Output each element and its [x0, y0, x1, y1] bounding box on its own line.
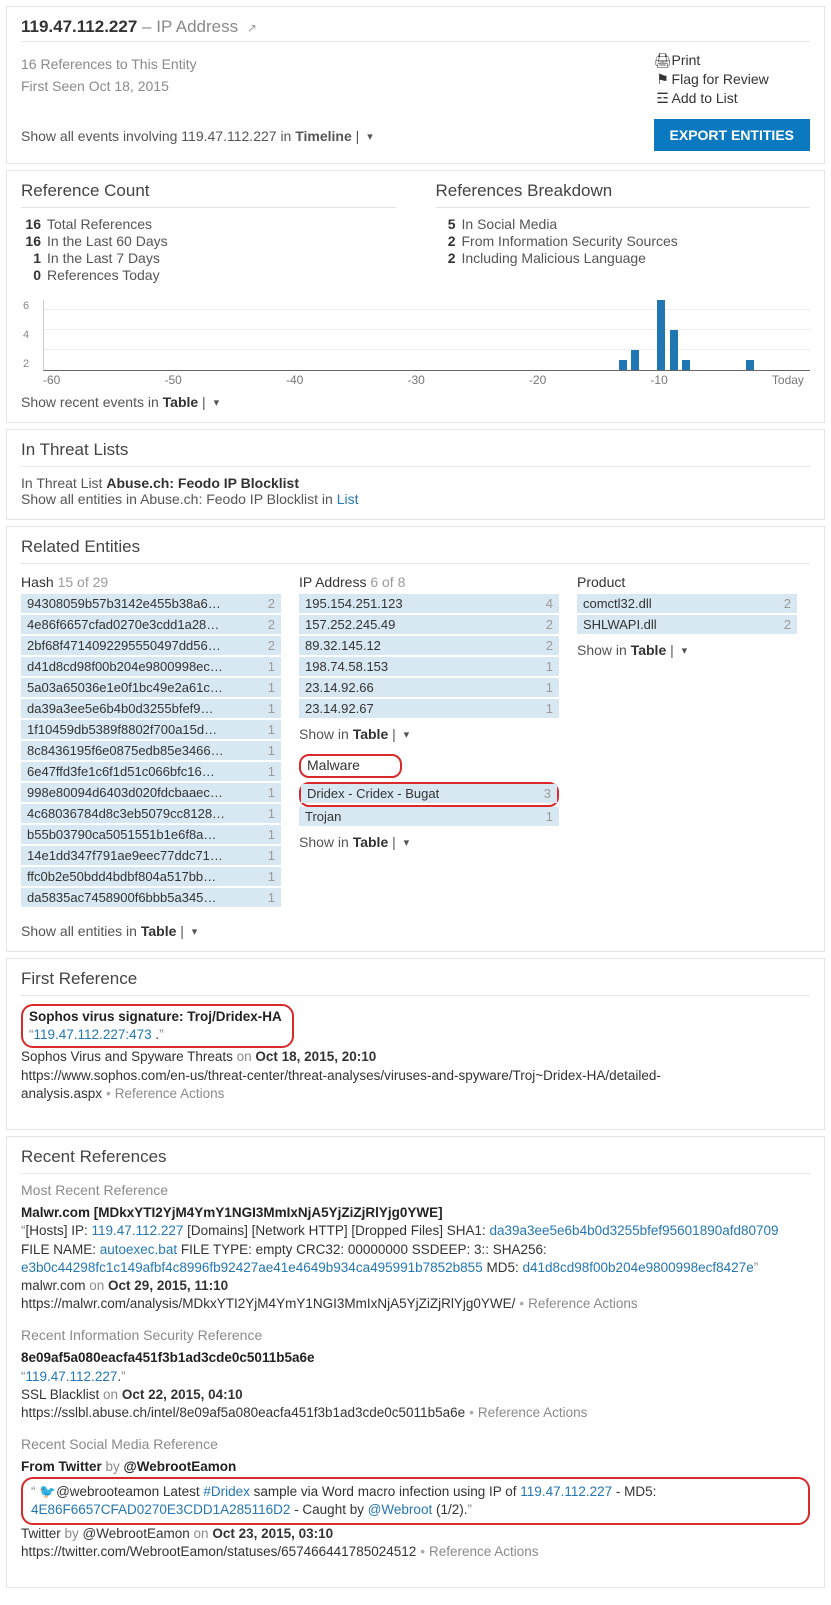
stat-line: 2Including Malicious Language — [436, 250, 811, 266]
entity-item[interactable]: 2bf68f4714092295550497dd56…2 — [21, 636, 281, 655]
entity-item[interactable]: 89.32.145.122 — [299, 636, 559, 655]
entity-item[interactable]: 1f10459db5389f8802f700a15d…1 — [21, 720, 281, 739]
malware-heading: Malware — [307, 757, 360, 773]
recent-references-panel: Recent References Most Recent Reference … — [6, 1136, 825, 1588]
chevron-down-icon[interactable] — [363, 128, 373, 144]
entity-item[interactable]: 8c8436195f6e0875edb85e3466…1 — [21, 741, 281, 760]
first-ref-headline[interactable]: Sophos virus signature: Troj/Dridex-HA — [29, 1009, 282, 1024]
chevron-down-icon[interactable] — [678, 642, 688, 658]
entity-item[interactable]: Trojan1 — [299, 807, 559, 826]
chart-bar — [682, 360, 690, 370]
references-breakdown-title: References Breakdown — [436, 181, 811, 201]
entity-item[interactable]: 4c68036784d8c3eb5079cc8128…1 — [21, 804, 281, 823]
list-icon: ☲ — [654, 90, 672, 107]
threat-lists-panel: In Threat Lists In Threat List Abuse.ch:… — [6, 429, 825, 520]
chevron-down-icon[interactable] — [188, 923, 198, 939]
ip-show-toggle[interactable]: Show in Table | — [299, 726, 559, 742]
add-to-list-action[interactable]: ☲Add to List — [654, 90, 810, 107]
stat-line: 2From Information Security Sources — [436, 233, 811, 249]
entity-item[interactable]: 4e86f6657cfad0270e3cdd1a28…2 — [21, 615, 281, 634]
entity-item[interactable]: Dridex - Cridex - Bugat3 — [301, 784, 557, 803]
entity-item[interactable]: comctl32.dll2 — [577, 594, 797, 613]
show-threat-entities[interactable]: Show all entities in Abuse.ch: Feodo IP … — [21, 491, 810, 507]
related-entities-panel: Related Entities Hash 15 of 29 94308059b… — [6, 526, 825, 952]
chart-bar — [657, 300, 665, 370]
external-link-icon[interactable]: ↗ — [247, 21, 257, 35]
entity-item[interactable]: 5a03a65036e1e0f1bc49e2a61c…1 — [21, 678, 281, 697]
ip-value: 119.47.112.227 — [21, 17, 137, 36]
entity-item[interactable]: 195.154.251.1234 — [299, 594, 559, 613]
entity-item[interactable]: da39a3ee5e6b4b0d3255bfef9…1 — [21, 699, 281, 718]
entity-item[interactable]: da5835ac7458900f6bbb5a345…1 — [21, 888, 281, 907]
entity-type: IP Address — [156, 17, 238, 36]
entity-item[interactable]: d41d8cd98f00b204e9800998ec…1 — [21, 657, 281, 676]
stat-line: 1In the Last 7 Days — [21, 250, 396, 266]
timeline-toggle[interactable]: Show all events involving 119.47.112.227… — [21, 128, 373, 144]
first-reference-panel: First Reference Sophos virus signature: … — [6, 958, 825, 1130]
reference-chart: 642 -60-50-40-30-20-10Today — [43, 300, 810, 386]
refs-count-line: 16 References to This Entity — [21, 56, 373, 72]
malware-show-toggle[interactable]: Show in Table | — [299, 834, 559, 850]
first-ref-source: Sophos Virus and Spyware Threats — [21, 1049, 233, 1064]
product-show-toggle[interactable]: Show in Table | — [577, 642, 797, 658]
entity-item[interactable]: 157.252.245.492 — [299, 615, 559, 634]
reference-count-panel: Reference Count 16Total References16In t… — [6, 170, 825, 423]
chevron-down-icon[interactable] — [210, 394, 220, 410]
hash-heading: Hash — [21, 574, 54, 590]
infosec-head: Recent Information Security Reference — [21, 1327, 810, 1343]
show-recent-toggle[interactable]: Show recent events in Table | — [21, 394, 810, 410]
flag-icon: ⚑ — [654, 71, 672, 88]
stat-line: 16Total References — [21, 216, 396, 232]
infosec-title[interactable]: 8e09af5a080eacfa451f3b1ad3cde0c5011b5a6e — [21, 1349, 810, 1367]
print-action[interactable]: 🖨Print — [654, 52, 810, 69]
stat-line: 0References Today — [21, 267, 396, 283]
threat-lists-title: In Threat Lists — [21, 440, 810, 460]
entity-item[interactable]: 198.74.58.1531 — [299, 657, 559, 676]
twitter-icon: 🐦 — [39, 1484, 56, 1499]
chart-bar — [670, 330, 678, 370]
first-ref-quote[interactable]: 119.47.112.227:473 — [34, 1027, 152, 1042]
entity-item[interactable]: 6e47ffd3fe1c6f1d51c066bfc16…1 — [21, 762, 281, 781]
entity-item[interactable]: ffc0b2e50bdd4bdbf804a517bb…1 — [21, 867, 281, 886]
chart-bar — [619, 360, 627, 370]
reference-count-title: Reference Count — [21, 181, 396, 201]
entity-item[interactable]: SHLWAPI.dll2 — [577, 615, 797, 634]
entity-item[interactable]: 23.14.92.661 — [299, 678, 559, 697]
entity-item[interactable]: 998e80094d6403d020fdcbaaec…1 — [21, 783, 281, 802]
recent-references-title: Recent References — [21, 1147, 810, 1167]
reference-actions-link[interactable]: Reference Actions — [115, 1086, 225, 1101]
threat-list-name: Abuse.ch: Feodo IP Blocklist — [106, 475, 299, 491]
related-entities-title: Related Entities — [21, 537, 810, 557]
first-seen-line: First Seen Oct 18, 2015 — [21, 78, 373, 94]
social-head: Recent Social Media Reference — [21, 1436, 810, 1452]
chart-bar — [746, 360, 754, 370]
show-all-entities-toggle[interactable]: Show all entities in Table | — [21, 923, 810, 939]
entity-item[interactable]: 23.14.92.671 — [299, 699, 559, 718]
first-reference-title: First Reference — [21, 969, 810, 989]
export-entities-button[interactable]: EXPORT ENTITIES — [654, 119, 810, 151]
header-panel: 119.47.112.227 – IP Address ↗ 16 Referen… — [6, 6, 825, 164]
stat-line: 16In the Last 60 Days — [21, 233, 396, 249]
entity-item[interactable]: b55b03790ca5051551b1e6f8a…1 — [21, 825, 281, 844]
flag-action[interactable]: ⚑Flag for Review — [654, 71, 810, 88]
chart-bar — [631, 350, 639, 370]
print-icon: 🖨 — [654, 52, 672, 69]
product-heading: Product — [577, 574, 625, 590]
entity-item[interactable]: 14e1dd347f791ae9eec77ddc71…1 — [21, 846, 281, 865]
first-ref-date: Oct 18, 2015, 20:10 — [255, 1049, 376, 1064]
stat-line: 5In Social Media — [436, 216, 811, 232]
most-recent-head: Most Recent Reference — [21, 1182, 810, 1198]
chevron-down-icon[interactable] — [400, 726, 410, 742]
chevron-down-icon[interactable] — [400, 834, 410, 850]
most-recent-title[interactable]: Malwr.com [MDkxYTI2YjM4YmY1NGI3MmIxNjA5Y… — [21, 1204, 810, 1222]
entity-item[interactable]: 94308059b57b3142e455b38a6…2 — [21, 594, 281, 613]
ip-heading: IP Address — [299, 574, 366, 590]
